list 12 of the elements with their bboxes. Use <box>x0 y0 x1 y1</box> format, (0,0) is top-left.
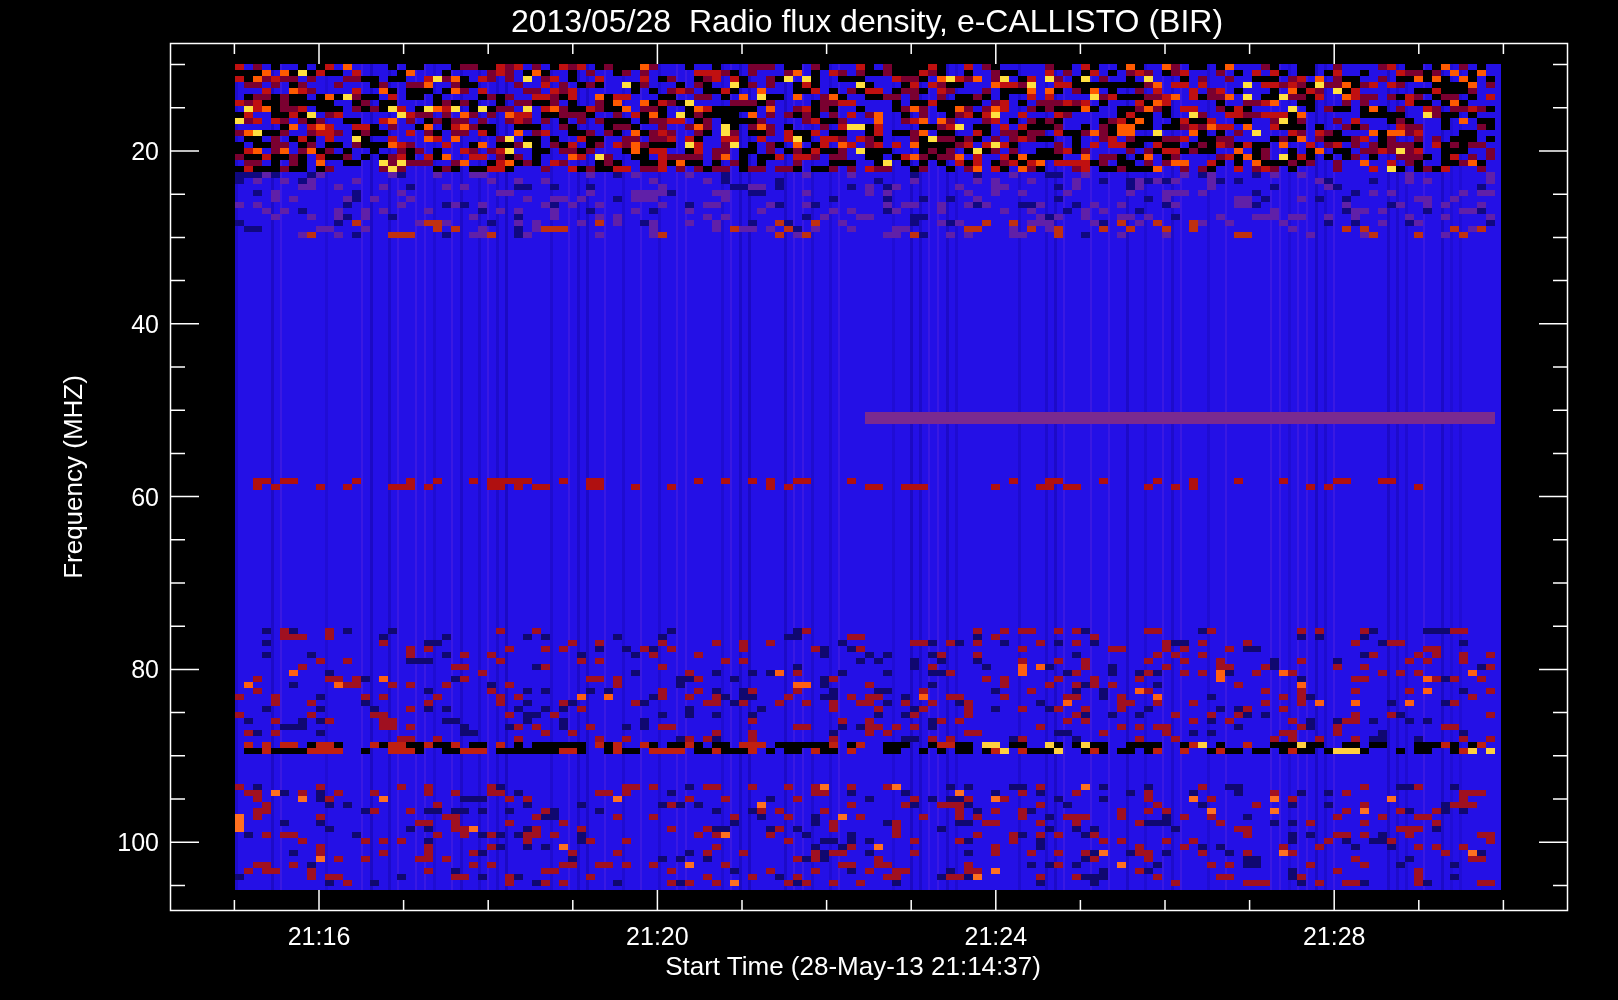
x-tick-label: 21:20 <box>626 922 689 950</box>
x-tick-label: 21:24 <box>964 922 1028 950</box>
x-tick-label: 21:16 <box>287 922 351 950</box>
y-axis-label: Frequency (MHZ) <box>58 375 88 579</box>
y-tick-label: 80 <box>131 655 159 684</box>
x-tick-label: 21:28 <box>1302 922 1366 950</box>
y-tick-label: 20 <box>131 137 159 165</box>
x-axis-label: Start Time (28-May-13 21:14:37) <box>665 951 1041 981</box>
y-tick-label: 100 <box>117 828 159 857</box>
y-tick-label: 60 <box>131 482 159 511</box>
y-tick-label: 40 <box>131 309 159 338</box>
chart-title: 2013/05/28 Radio flux density, e-CALLISTO (BIR) <box>510 3 1224 39</box>
